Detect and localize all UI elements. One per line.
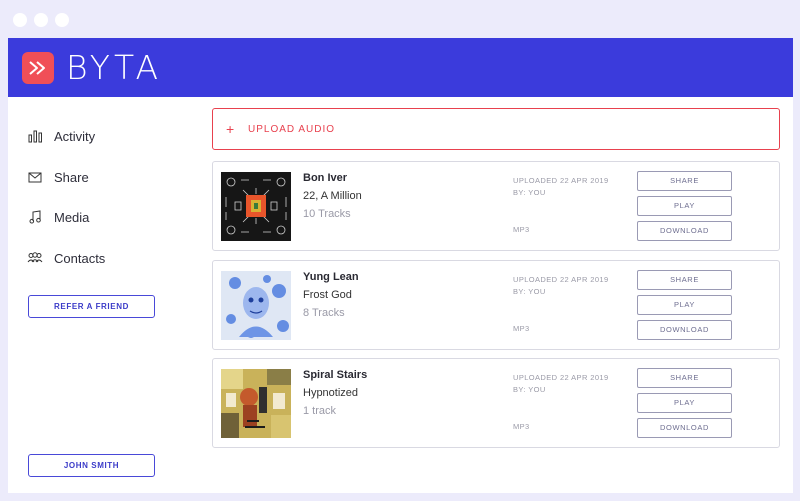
upload-date: UPLOADED 22 APR 2019 bbox=[513, 373, 609, 382]
audio-card: Spiral Stairs Hypnotized 1 track UPLOADE… bbox=[212, 358, 780, 448]
track-count: 1 track bbox=[303, 405, 337, 417]
uploaded-by: BY: YOU bbox=[513, 188, 546, 197]
sidebar-item-label: Contacts bbox=[54, 250, 106, 266]
plus-icon: + bbox=[226, 121, 235, 137]
upload-date: UPLOADED 22 APR 2019 bbox=[513, 176, 609, 185]
album-title: Frost God bbox=[303, 289, 352, 301]
sidebar-item-media[interactable]: Media bbox=[27, 207, 89, 227]
album-title: Hypnotized bbox=[303, 387, 359, 399]
sidebar-item-label: Activity bbox=[54, 128, 96, 144]
play-button[interactable]: PLAY bbox=[637, 393, 732, 413]
sidebar-item-label: Share bbox=[54, 169, 89, 185]
artist-name: Yung Lean bbox=[303, 271, 359, 283]
download-button[interactable]: DOWNLOAD bbox=[637, 221, 732, 241]
share-button[interactable]: SHARE bbox=[637, 368, 732, 388]
artist-name: Bon Iver bbox=[303, 172, 348, 184]
file-format: MP3 bbox=[513, 324, 530, 333]
fast-forward-icon[interactable] bbox=[22, 51, 54, 84]
people-icon bbox=[27, 250, 43, 266]
upload-date: UPLOADED 22 APR 2019 bbox=[513, 275, 609, 284]
sidebar-item-share[interactable]: Share bbox=[27, 167, 89, 187]
music-note-icon bbox=[27, 209, 43, 225]
play-button[interactable]: PLAY bbox=[637, 196, 732, 216]
sidebar: Activity Share Media Contacts REFER A FR… bbox=[8, 97, 188, 493]
app-header: BYTA bbox=[8, 38, 793, 97]
download-button[interactable]: DOWNLOAD bbox=[637, 320, 732, 340]
album-cover[interactable] bbox=[221, 271, 291, 340]
window-dot[interactable] bbox=[13, 13, 27, 27]
file-format: MP3 bbox=[513, 225, 530, 234]
album-cover[interactable] bbox=[221, 172, 291, 241]
download-button[interactable]: DOWNLOAD bbox=[637, 418, 732, 438]
user-account-button[interactable]: JOHN SMITH bbox=[28, 454, 155, 477]
audio-card: Yung Lean Frost God 8 Tracks UPLOADED 22… bbox=[212, 260, 780, 350]
refer-a-friend-button[interactable]: REFER A FRIEND bbox=[28, 295, 155, 318]
play-button[interactable]: PLAY bbox=[637, 295, 732, 315]
upload-audio-button[interactable]: + UPLOAD AUDIO bbox=[212, 108, 780, 150]
envelope-icon bbox=[27, 169, 43, 185]
uploaded-by: BY: YOU bbox=[513, 385, 546, 394]
track-count: 10 Tracks bbox=[303, 208, 351, 220]
brand-name: BYTA bbox=[66, 48, 163, 87]
album-cover[interactable] bbox=[221, 369, 291, 438]
share-button[interactable]: SHARE bbox=[637, 270, 732, 290]
sidebar-item-activity[interactable]: Activity bbox=[27, 126, 95, 146]
app-window: BYTA Activity Share Media Contacts REFER… bbox=[8, 38, 793, 493]
window-controls bbox=[13, 13, 69, 27]
artist-name: Spiral Stairs bbox=[303, 369, 368, 381]
upload-audio-label: UPLOAD AUDIO bbox=[248, 123, 336, 135]
sidebar-item-label: Media bbox=[54, 209, 90, 225]
track-count: 8 Tracks bbox=[303, 307, 345, 319]
uploaded-by: BY: YOU bbox=[513, 287, 546, 296]
share-button[interactable]: SHARE bbox=[637, 171, 732, 191]
audio-card: Bon Iver 22, A Million 10 Tracks UPLOADE… bbox=[212, 161, 780, 251]
album-title: 22, A Million bbox=[303, 190, 362, 202]
sidebar-item-contacts[interactable]: Contacts bbox=[27, 248, 105, 268]
bar-chart-icon bbox=[27, 128, 43, 144]
window-dot[interactable] bbox=[55, 13, 69, 27]
file-format: MP3 bbox=[513, 422, 530, 431]
window-dot[interactable] bbox=[34, 13, 48, 27]
